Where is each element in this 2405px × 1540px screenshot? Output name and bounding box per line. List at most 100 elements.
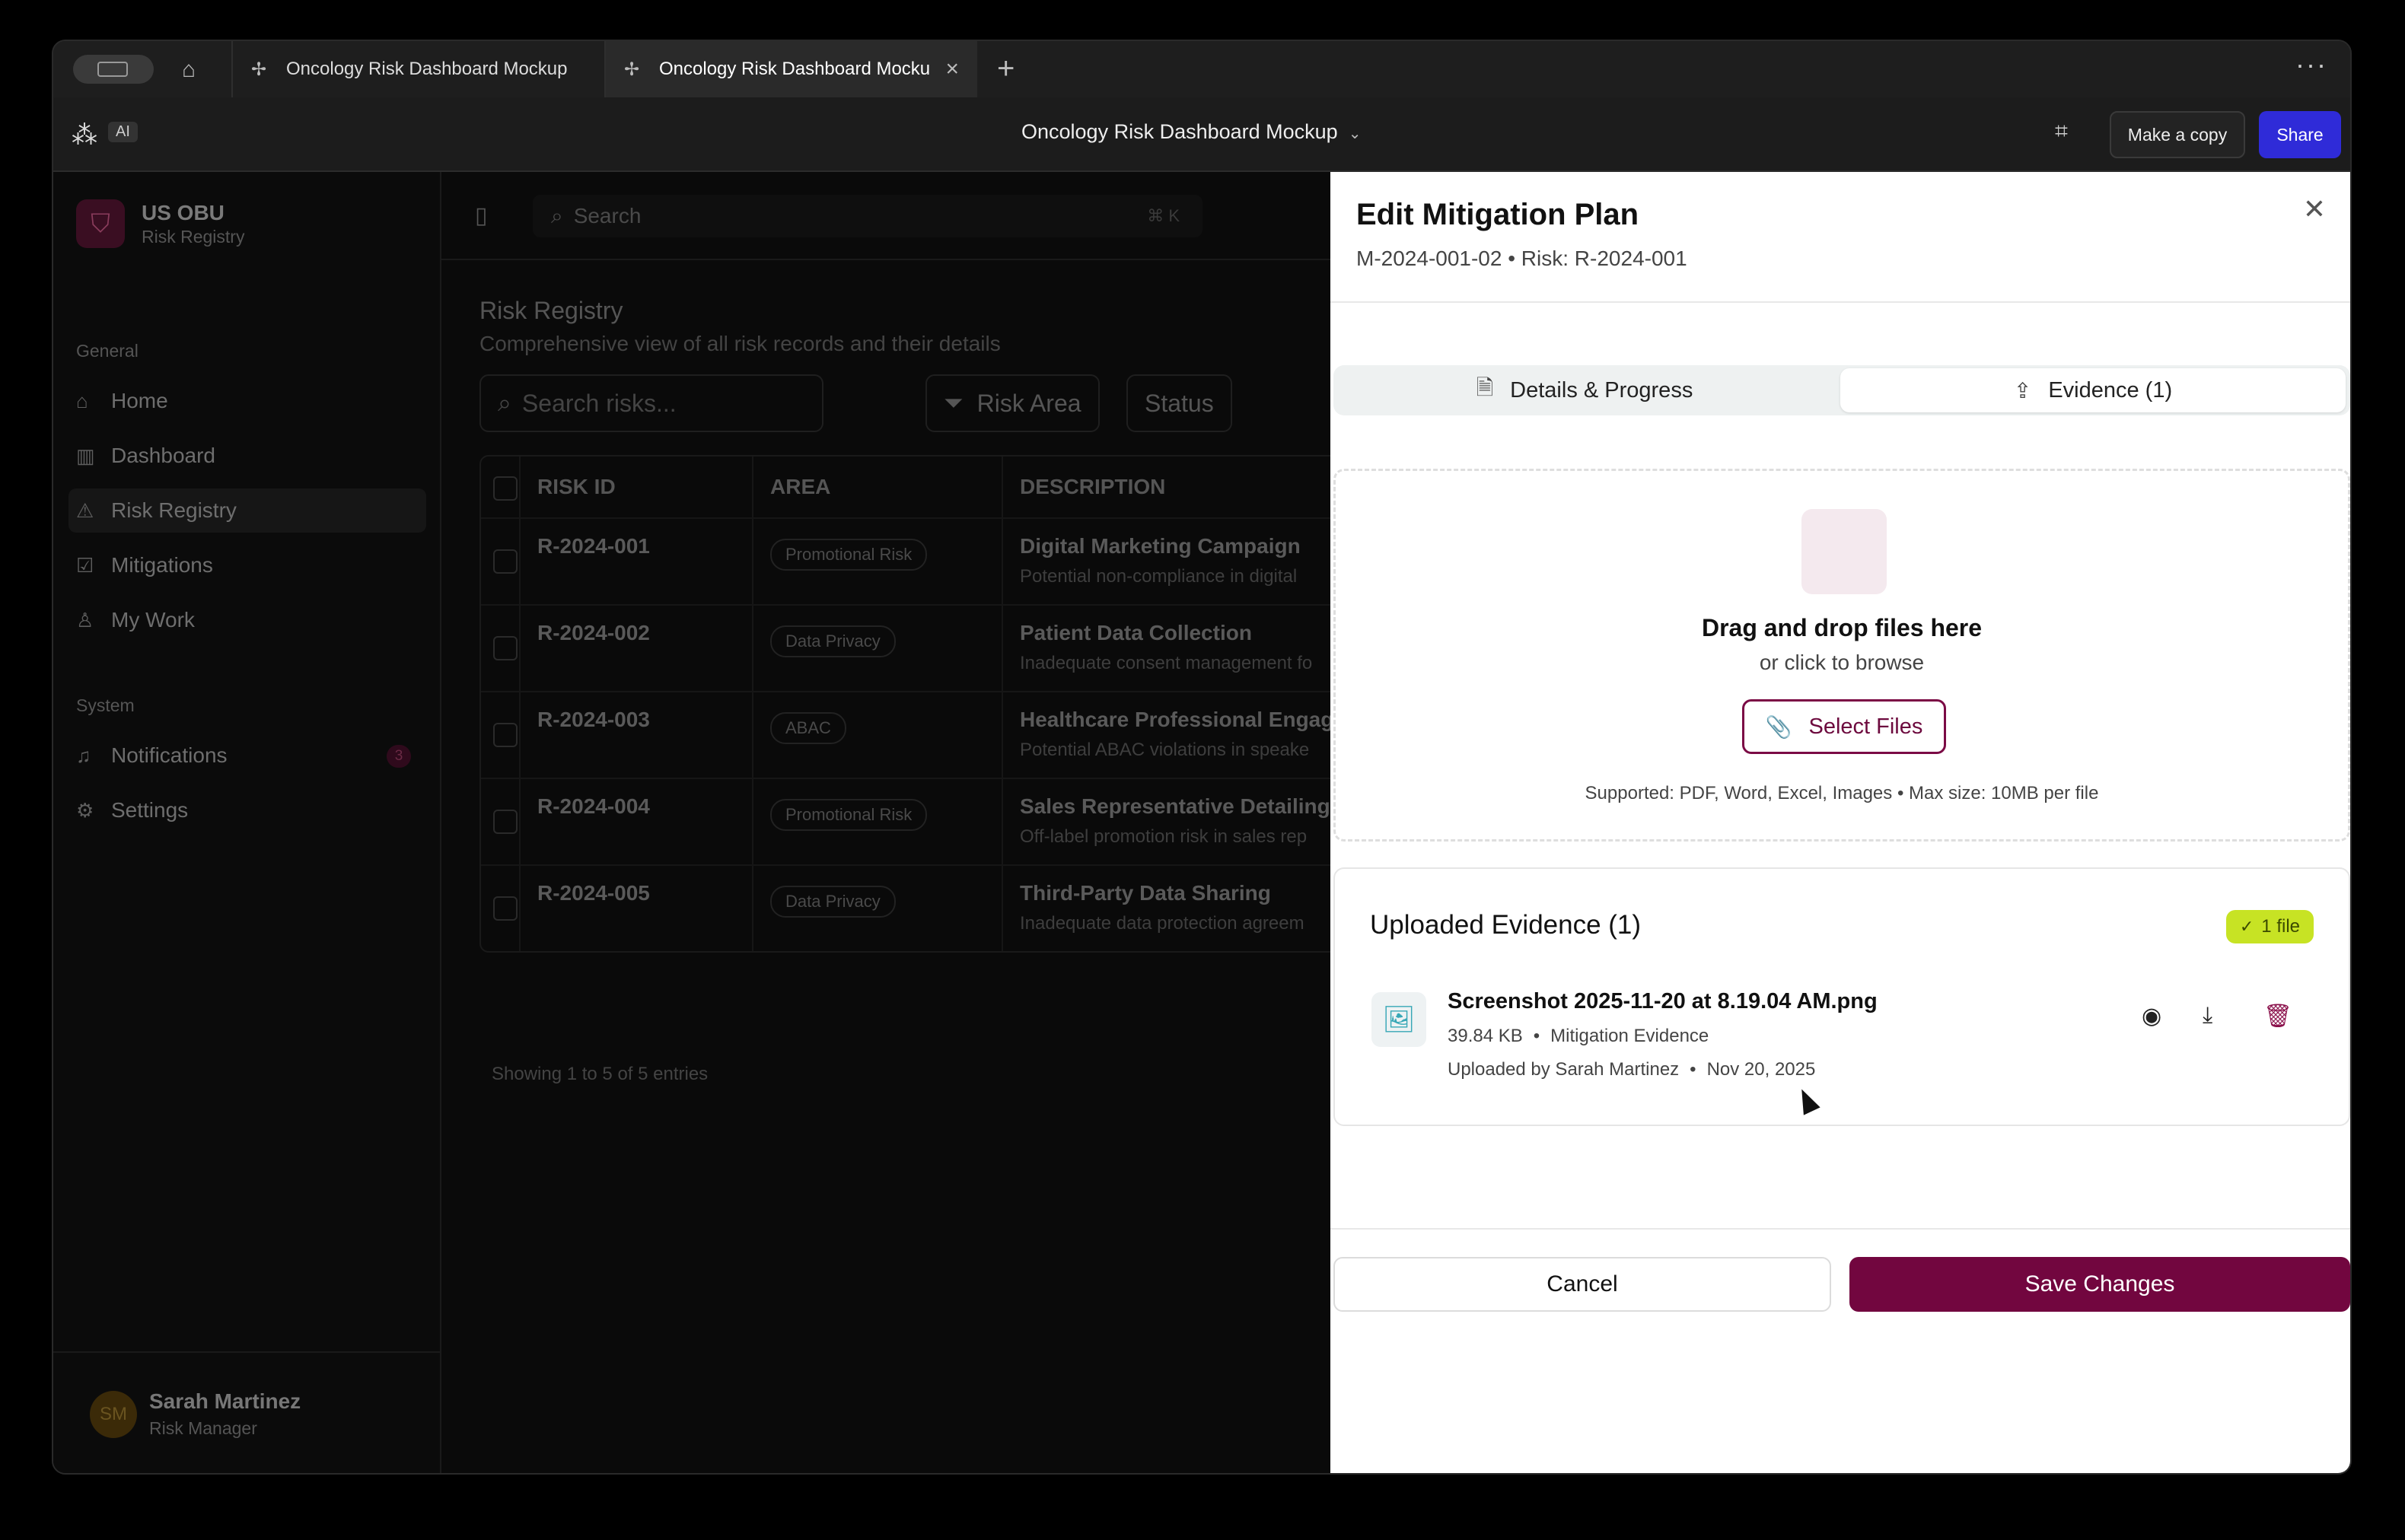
column-header: RISK ID	[537, 475, 616, 498]
tab-label: Oncology Risk Dashboard Mocku	[659, 59, 931, 79]
table-row[interactable]: R-2024-002 Data Privacy Patient Data Col…	[481, 604, 1394, 692]
supported-formats-note: Supported: PDF, Word, Excel, Images • Ma…	[1585, 783, 2099, 803]
section-title: System	[76, 695, 135, 715]
global-search[interactable]: ⌕ Search ⌘ K	[533, 195, 1202, 237]
ai-button[interactable]: AI	[108, 122, 138, 142]
table-footer: Showing 1 to 5 of 5 entries	[492, 1064, 709, 1084]
notification-badge: 3	[387, 745, 411, 768]
sidebar-toggle-icon[interactable]: ▯	[475, 202, 488, 229]
sidebar-item-label: Risk Registry	[111, 498, 237, 522]
risk-area-filter[interactable]: ⏷ Risk Area	[925, 374, 1100, 432]
area-pill: Data Privacy	[770, 625, 896, 657]
avatar: SM	[90, 1391, 137, 1438]
sidebar-item-home[interactable]: ⌂ Home	[68, 379, 426, 423]
document-icon: 🗎	[1476, 376, 1494, 399]
risk-title: Third-Party Data Sharing	[1020, 881, 1271, 905]
row-checkbox[interactable]	[493, 549, 518, 574]
risk-search-input[interactable]: ⌕ Search risks...	[479, 374, 823, 432]
upload-meta: Uploaded by Sarah Martinez • Nov 20, 2025	[1448, 1059, 1816, 1080]
file-count-badge: ✓ 1 file	[2225, 910, 2314, 943]
drawer-title: Edit Mitigation Plan	[1356, 198, 1639, 231]
table-row[interactable]: R-2024-005 Data Privacy Third-Party Data…	[481, 864, 1394, 951]
dropzone-title: Drag and drop files here	[1701, 614, 1983, 641]
section-title: General	[76, 341, 139, 361]
close-icon[interactable]: ✕	[2303, 193, 2326, 225]
badge-label: 1 file	[2261, 916, 2300, 937]
row-checkbox[interactable]	[493, 896, 518, 921]
share-button[interactable]: Share	[2259, 111, 2341, 158]
area-pill: ABAC	[770, 712, 846, 744]
risk-title: Healthcare Professional Engag	[1020, 708, 1334, 731]
filter-label: Status	[1145, 389, 1214, 417]
search-icon: ⌕	[498, 389, 511, 416]
new-tab-icon[interactable]: +	[997, 52, 1015, 86]
file-category: Mitigation Evidence	[1550, 1026, 1709, 1046]
table-row[interactable]: R-2024-001 Promotional Risk Digital Mark…	[481, 517, 1394, 606]
sidebar-item-mitigations[interactable]: ☑ Mitigations	[68, 543, 426, 587]
bell-icon: ♫	[76, 743, 91, 767]
app-window: ⌂ ✢ Oncology Risk Dashboard Mockup ✢ Onc…	[52, 40, 2352, 1475]
chevron-down-icon: ⌄	[1348, 126, 1362, 142]
paperclip-icon: 📎	[1765, 714, 1792, 739]
user-profile[interactable]: SM Sarah Martinez Risk Manager	[53, 1351, 440, 1473]
risk-id: R-2024-001	[537, 534, 650, 558]
delete-trash-icon[interactable]: 🗑	[2263, 1003, 2292, 1029]
org-name: US OBU	[142, 201, 225, 224]
tab-1[interactable]: ✢ Oncology Risk Dashboard Mockup	[231, 41, 604, 97]
row-checkbox[interactable]	[493, 723, 518, 747]
sidebar-item-settings[interactable]: ⚙ Settings	[68, 788, 426, 832]
uploaded-by: Uploaded by Sarah Martinez	[1448, 1059, 1680, 1080]
evidence-title: Uploaded Evidence (1)	[1370, 910, 1642, 940]
sidebar-item-label: Dashboard	[111, 444, 215, 467]
download-icon[interactable]: ⤓	[2203, 1003, 2212, 1029]
document-title[interactable]: Oncology Risk Dashboard Mockup ⌄	[1021, 120, 1361, 144]
more-icon[interactable]: ···	[2295, 49, 2327, 81]
checkbox-icon: ☑	[76, 553, 94, 577]
button-label: Select Files	[1808, 714, 1923, 739]
column-header: AREA	[770, 475, 831, 498]
dev-mode-icon[interactable]: ⌗	[2055, 119, 2068, 145]
sidebar-item-risk-registry[interactable]: ⚠ Risk Registry	[68, 488, 426, 533]
risk-title: Patient Data Collection	[1020, 621, 1252, 644]
select-all-checkbox[interactable]	[493, 476, 518, 501]
file-dropzone[interactable]: Drag and drop files here or click to bro…	[1333, 469, 2350, 842]
table-row[interactable]: R-2024-004 Promotional Risk Sales Repres…	[481, 778, 1394, 866]
app-header: ⁂ AI Oncology Risk Dashboard Mockup ⌄ ⌗ M…	[53, 97, 2350, 172]
sidebar-item-dashboard[interactable]: ▥ Dashboard	[68, 434, 426, 478]
divider	[1330, 301, 2350, 303]
tab-label: Details & Progress	[1510, 377, 1693, 402]
tab-2[interactable]: ✢ Oncology Risk Dashboard Mocku ×	[604, 41, 977, 97]
dropzone-subtitle: or click to browse	[1759, 651, 1925, 674]
uploaded-evidence-card: Uploaded Evidence (1) ✓ 1 file 🖼 Screens…	[1333, 867, 2350, 1126]
prototype-canvas: ⛉ US OBU Risk Registry General ⌂ Home ▥ Da…	[53, 172, 2350, 1473]
row-checkbox[interactable]	[493, 810, 518, 834]
user-name: Sarah Martinez	[149, 1389, 301, 1413]
table-row[interactable]: R-2024-003 ABAC Healthcare Professional …	[481, 691, 1394, 779]
risk-title: Digital Marketing Campaign	[1020, 534, 1301, 558]
view-eye-icon[interactable]: ◉	[2142, 1003, 2161, 1029]
risk-id: R-2024-002	[537, 621, 650, 644]
close-tab-icon[interactable]: ×	[945, 56, 959, 82]
status-filter[interactable]: Status	[1126, 374, 1232, 432]
risk-id: R-2024-003	[537, 708, 650, 731]
tab-details-progress[interactable]: 🗎 Details & Progress	[1336, 368, 1833, 412]
file-size: 39.84 KB	[1448, 1026, 1523, 1046]
browser-tab-bar: ⌂ ✢ Oncology Risk Dashboard Mockup ✢ Onc…	[53, 41, 2350, 99]
row-checkbox[interactable]	[493, 636, 518, 660]
area-pill: Promotional Risk	[770, 799, 928, 831]
cancel-button[interactable]: Cancel	[1333, 1257, 1831, 1312]
sidebar-toggle-pill[interactable]	[73, 55, 154, 84]
search-icon: ⌕	[551, 203, 563, 228]
sidebar-item-notifications[interactable]: ♫ Notifications 3	[68, 733, 426, 778]
document-title-text: Oncology Risk Dashboard Mockup	[1021, 120, 1338, 143]
home-icon[interactable]: ⌂	[174, 55, 204, 85]
risk-description: Potential non-compliance in digital	[1020, 566, 1298, 587]
sidebar-item-my-work[interactable]: ♙ My Work	[68, 598, 426, 642]
risk-search-placeholder: Search risks...	[521, 389, 677, 417]
tab-evidence[interactable]: ⇪ Evidence (1)	[1840, 368, 2346, 412]
make-copy-button[interactable]: Make a copy	[2110, 111, 2245, 158]
save-changes-button[interactable]: Save Changes	[1849, 1257, 2350, 1312]
risk-description: Potential ABAC violations in speake	[1020, 740, 1310, 760]
figma-logo-icon[interactable]: ⁂	[72, 120, 97, 151]
select-files-button[interactable]: 📎 Select Files	[1742, 699, 1946, 754]
